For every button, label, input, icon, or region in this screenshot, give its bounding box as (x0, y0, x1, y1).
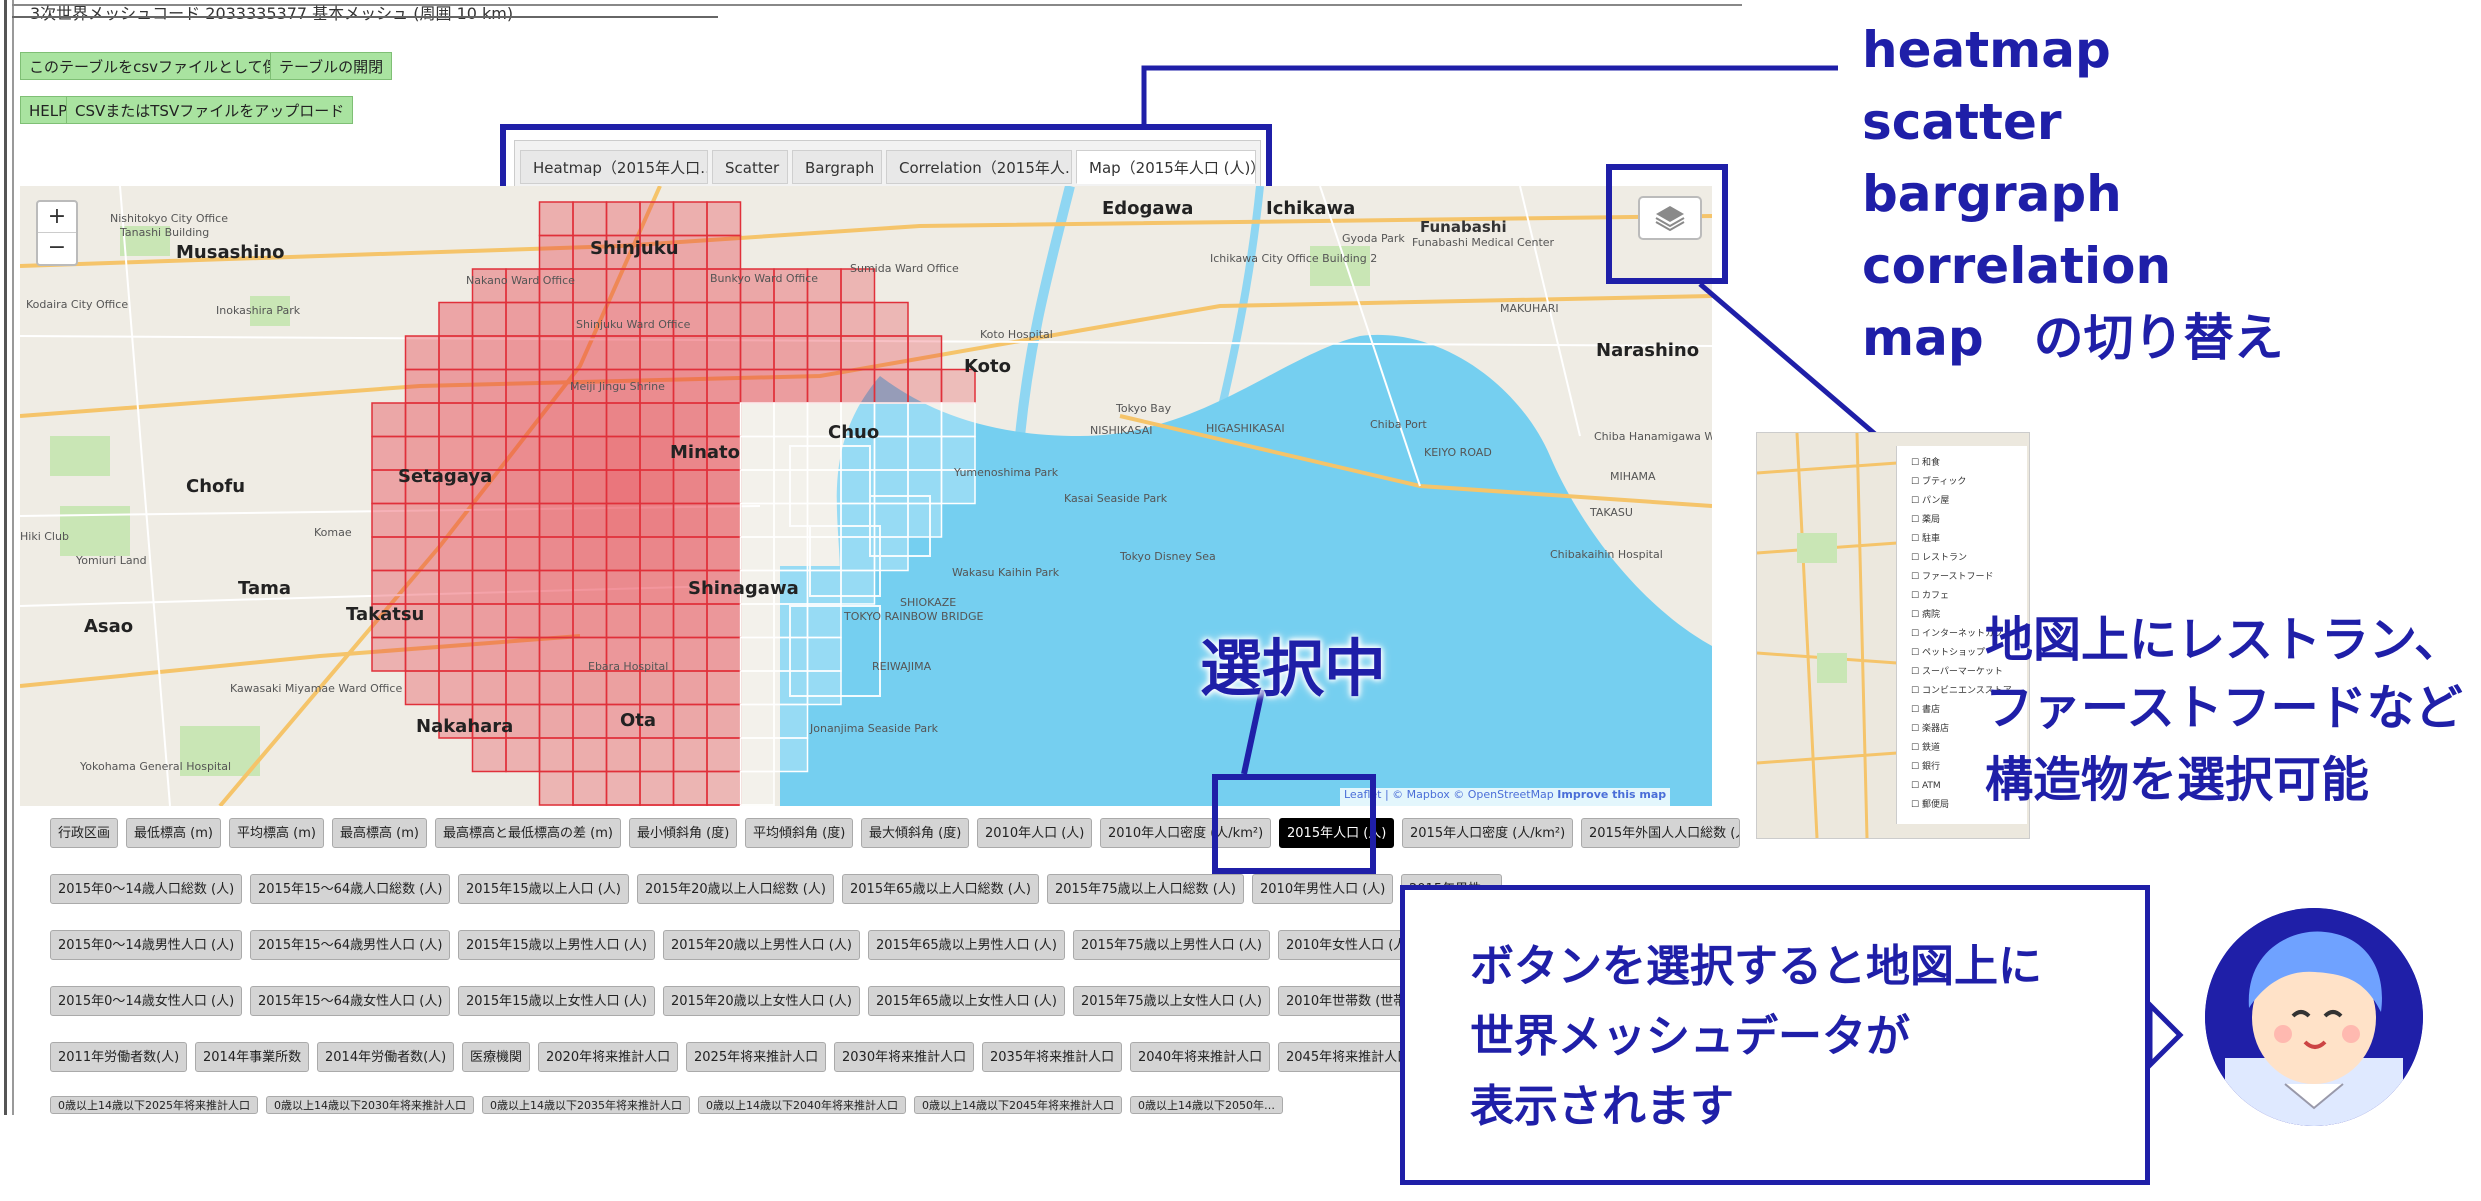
layer-checkbox-4[interactable]: ☐ 駐車 (1911, 530, 2027, 549)
checkbox-icon[interactable]: ☐ (1911, 591, 1922, 601)
checkbox-icon[interactable]: ☐ (1911, 515, 1922, 525)
checkbox-icon[interactable]: ☐ (1911, 553, 1922, 563)
callout-line-2: 世界メッシュデータが (1470, 1011, 1910, 1062)
annotation-selecting: 選択中 (1200, 632, 1387, 705)
annotation-layer-note-2: ファーストフードなど (1985, 680, 2463, 736)
checkbox-icon[interactable]: ☐ (1911, 667, 1922, 677)
layer-checkbox-label: 鉄道 (1921, 743, 1940, 753)
layer-checkbox-label: 郵便局 (1921, 800, 1949, 810)
checkbox-icon[interactable]: ☐ (1911, 496, 1922, 506)
annotation-tab-heatmap: heatmap (1862, 21, 2111, 79)
annotation-layer-note-1: 地図上にレストラン、 (1985, 612, 2463, 668)
layer-checkbox-2[interactable]: ☐ パン屋 (1911, 492, 2027, 511)
layer-checkbox-1[interactable]: ☐ ブティック (1911, 473, 2027, 492)
layer-checkbox-0[interactable]: ☐ 和食 (1911, 454, 2027, 473)
layer-checkbox-label: レストラン (1921, 553, 1967, 563)
checkbox-icon[interactable]: ☐ (1911, 686, 1922, 696)
callout-line-1: ボタンを選択すると地図上に (1470, 941, 2042, 992)
checkbox-icon[interactable]: ☐ (1911, 724, 1922, 734)
layer-checkbox-label: 薬局 (1921, 515, 1940, 525)
assistant-avatar (2205, 908, 2423, 1126)
checkbox-icon[interactable]: ☐ (1911, 534, 1922, 544)
annotation-layer-note-3: 構造物を選択可能 (1985, 752, 2370, 808)
annotation-tab-correlation: correlation (1862, 237, 2172, 295)
checkbox-icon[interactable]: ☐ (1911, 705, 1922, 715)
layer-checkbox-label: 和食 (1921, 458, 1940, 468)
layer-checkbox-label: ブティック (1921, 477, 1967, 487)
layer-checkbox-label: 病院 (1921, 610, 1940, 620)
checkbox-icon[interactable]: ☐ (1911, 477, 1922, 487)
callout-line-3: 表示されます (1470, 1081, 1734, 1132)
layer-checkbox-label: パン屋 (1921, 496, 1950, 506)
checkbox-icon[interactable]: ☐ (1911, 800, 1922, 810)
character-icon (2205, 908, 2423, 1126)
layer-checkbox-label: ファーストフード (1921, 572, 1994, 582)
layer-checkbox-label: 楽器店 (1921, 724, 1949, 734)
annotation-tab-map: map の切り替え (1862, 309, 2284, 367)
annotation-tab-scatter: scatter (1862, 93, 2062, 151)
checkbox-icon[interactable]: ☐ (1911, 629, 1922, 639)
layer-checkbox-6[interactable]: ☐ ファーストフード (1911, 568, 2027, 587)
checkbox-icon[interactable]: ☐ (1911, 572, 1922, 582)
layer-checkbox-3[interactable]: ☐ 薬局 (1911, 511, 2027, 530)
layer-checkbox-label: ATM (1921, 781, 1941, 791)
layer-checkbox-label: 書店 (1921, 705, 1940, 715)
layer-checkbox-label: 駐車 (1921, 534, 1940, 544)
annotation-tab-bargraph: bargraph (1862, 165, 2122, 223)
checkbox-icon[interactable]: ☐ (1911, 743, 1922, 753)
checkbox-icon[interactable]: ☐ (1911, 762, 1922, 772)
layer-checkbox-label: ペットショップ (1921, 648, 1985, 658)
checkbox-icon[interactable]: ☐ (1911, 610, 1922, 620)
checkbox-icon[interactable]: ☐ (1911, 648, 1922, 658)
layer-checkbox-label: カフェ (1921, 591, 1949, 601)
checkbox-icon[interactable]: ☐ (1911, 458, 1922, 468)
layer-checkbox-5[interactable]: ☐ レストラン (1911, 549, 2027, 568)
layer-checkbox-label: 銀行 (1921, 762, 1940, 772)
checkbox-icon[interactable]: ☐ (1911, 781, 1922, 791)
